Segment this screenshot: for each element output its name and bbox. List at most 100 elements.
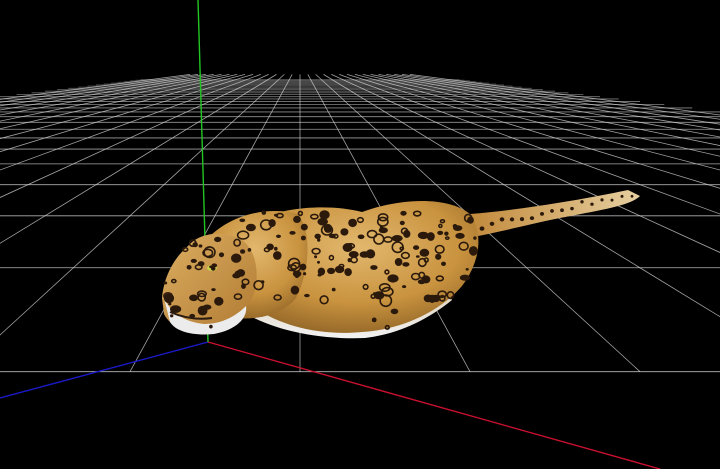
fur-spot xyxy=(231,253,242,263)
fur-spot xyxy=(387,274,399,283)
fur-spot xyxy=(190,258,197,263)
fur-spot xyxy=(218,252,225,258)
tail-spot xyxy=(580,200,584,204)
fur-spot xyxy=(357,234,365,240)
fur-spot xyxy=(245,223,256,232)
fur-spot xyxy=(403,229,411,238)
fur-spot xyxy=(459,274,470,281)
tail-spot xyxy=(479,226,485,231)
fur-spot xyxy=(163,281,168,285)
fur-spot xyxy=(186,265,192,270)
fur-spot xyxy=(239,218,246,223)
tail-spot xyxy=(540,212,544,216)
fur-spot xyxy=(273,251,282,260)
fur-spot xyxy=(399,220,405,226)
fur-spot xyxy=(413,245,420,250)
fur-spot xyxy=(331,287,336,292)
fur-spot xyxy=(415,255,420,258)
fur-spot xyxy=(348,251,359,258)
fur-spot xyxy=(317,267,326,276)
fur-spot xyxy=(236,269,246,277)
fur-spot xyxy=(189,313,196,319)
fur-spot xyxy=(289,231,296,235)
fur-spot xyxy=(468,246,478,256)
fur-spot xyxy=(417,231,429,240)
fur-spot xyxy=(327,267,336,275)
fur-spot xyxy=(342,243,353,252)
fur-spot xyxy=(197,261,205,267)
fur-spot xyxy=(435,253,442,260)
grid-line xyxy=(0,73,191,100)
tail-spot xyxy=(529,216,535,221)
tail-spot xyxy=(519,217,525,222)
fur-spot xyxy=(192,242,198,248)
fur-spot xyxy=(371,317,377,323)
fur-spot xyxy=(402,285,407,289)
fur-spot xyxy=(359,251,370,258)
z-axis-line xyxy=(0,341,209,399)
fur-spot xyxy=(290,285,300,295)
fur-spot xyxy=(455,232,465,239)
fur-spot xyxy=(163,293,175,304)
fur-spot xyxy=(394,258,403,266)
fur-spot xyxy=(390,308,399,315)
tail-spot xyxy=(550,209,554,213)
fur-spot xyxy=(300,235,306,241)
fur-spot xyxy=(261,210,267,215)
jaguar-tail xyxy=(470,190,640,236)
fur-spot xyxy=(317,217,329,226)
fur-spot xyxy=(276,234,281,238)
fur-spot xyxy=(198,244,203,248)
viewport-canvas[interactable] xyxy=(0,0,720,469)
tail-spot xyxy=(620,194,624,198)
tail-spot xyxy=(560,208,564,212)
3d-viewport[interactable] xyxy=(0,0,720,469)
grid-line xyxy=(0,73,199,103)
fur-spot xyxy=(211,288,216,292)
fur-spot xyxy=(437,230,444,235)
fur-spot xyxy=(247,248,252,252)
fur-spot xyxy=(170,305,182,313)
tail-spot xyxy=(570,206,574,211)
fur-spot xyxy=(317,260,320,264)
fur-spot xyxy=(473,236,477,240)
fur-spot xyxy=(344,268,352,277)
fur-spot xyxy=(378,227,388,234)
fur-spot xyxy=(348,218,357,228)
fur-spot xyxy=(423,294,433,303)
fur-spot xyxy=(441,261,446,266)
fur-spot xyxy=(268,219,276,228)
fur-spot xyxy=(293,215,301,223)
fur-spot xyxy=(266,243,274,251)
fur-spot xyxy=(402,262,410,267)
fur-spot xyxy=(334,265,345,274)
fur-spot xyxy=(241,283,246,289)
fur-spot xyxy=(314,233,321,239)
fur-spot xyxy=(300,223,308,231)
fur-spot xyxy=(304,293,310,298)
fur-spot xyxy=(340,228,349,236)
tail-spot xyxy=(630,194,634,198)
fur-spot xyxy=(419,248,430,257)
tail-spot xyxy=(600,198,604,202)
fur-spot xyxy=(370,265,378,270)
tail-spot xyxy=(610,198,614,202)
fur-spot xyxy=(314,255,318,259)
tail-spot xyxy=(509,217,515,222)
fur-spot xyxy=(209,324,213,329)
fur-spot xyxy=(453,225,463,232)
fur-spot xyxy=(294,273,300,279)
fur-spot xyxy=(400,210,407,216)
tail-spot xyxy=(590,202,594,206)
fur-spot xyxy=(444,231,449,236)
fur-spot xyxy=(465,268,469,271)
fur-spot xyxy=(303,272,307,276)
fur-spot xyxy=(391,235,403,242)
fur-spot xyxy=(319,210,330,220)
tail-spot xyxy=(489,221,495,226)
x-axis-line xyxy=(207,341,661,469)
jaguar-model[interactable] xyxy=(162,190,640,339)
tail-spot xyxy=(499,217,505,222)
fur-spot xyxy=(168,302,172,306)
fur-spot xyxy=(421,275,431,284)
